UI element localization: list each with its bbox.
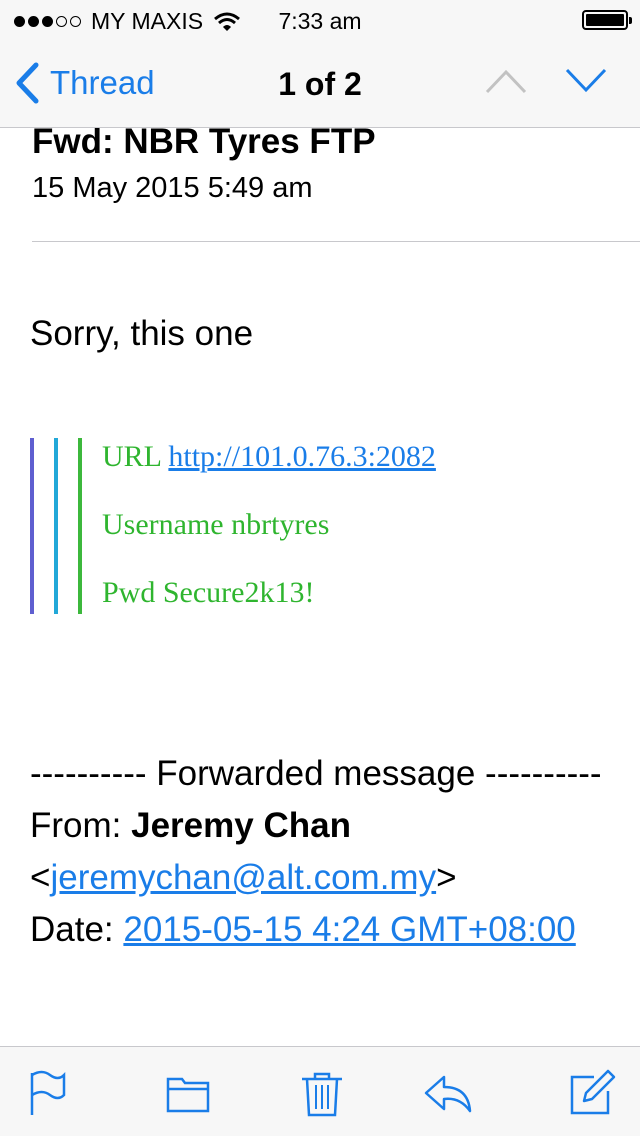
move-to-folder-button[interactable] <box>164 1069 212 1117</box>
battery-fill <box>586 14 624 26</box>
previous-message-button[interactable] <box>484 66 528 101</box>
chevron-down-icon <box>565 68 607 93</box>
quote-url-line: URL http://101.0.76.3:2082 <box>102 440 436 474</box>
quote-bar <box>54 438 58 614</box>
message-body: Sorry, this one <box>30 314 254 353</box>
header-divider <box>32 241 640 242</box>
from-label: From: <box>30 806 122 845</box>
date-label: Date: <box>30 910 114 949</box>
chevron-up-icon <box>485 69 527 94</box>
flag-icon <box>30 1070 66 1115</box>
delete-button[interactable] <box>298 1069 346 1117</box>
quote-bar <box>30 438 34 614</box>
forwarded-header: ---------- Forwarded message ---------- <box>30 754 602 793</box>
quote-bar <box>78 438 82 614</box>
status-bar: MY MAXIS 7:33 am <box>0 0 640 40</box>
from-name: Jeremy Chan <box>131 806 351 845</box>
message-content: Fwd: NBR Tyres FTP 15 May 2015 5:49 am S… <box>0 128 640 1046</box>
trash-icon <box>302 1072 342 1117</box>
status-time: 7:33 am <box>278 8 362 34</box>
page-title: 1 of 2 <box>278 66 362 102</box>
next-message-button[interactable] <box>564 66 608 101</box>
quote-username-line: Username nbrtyres <box>102 508 330 541</box>
forwarded-from: From: Jeremy Chan <jeremychan@alt.com.my… <box>30 806 457 897</box>
reply-button[interactable] <box>424 1069 472 1117</box>
url-link[interactable]: http://101.0.76.3:2082 <box>168 440 436 473</box>
message-subject: Fwd: NBR Tyres FTP <box>32 128 376 161</box>
compose-button[interactable] <box>568 1069 616 1117</box>
message-date: 15 May 2015 5:49 am <box>32 172 313 204</box>
compose-icon <box>570 1069 616 1115</box>
flag-button[interactable] <box>24 1069 72 1117</box>
date-link[interactable]: 2015-05-15 4:24 GMT+08:00 <box>123 910 575 949</box>
nav-bar: Thread 1 of 2 <box>0 40 640 128</box>
folder-icon <box>166 1077 210 1113</box>
from-email-link[interactable]: jeremychan@alt.com.my <box>50 858 436 897</box>
bottom-toolbar <box>0 1046 640 1136</box>
forwarded-date: Date: 2015-05-15 4:24 GMT+08:00 <box>30 904 620 956</box>
forwarded-message: ---------- Forwarded message ---------- … <box>30 748 620 956</box>
url-label: URL <box>102 440 161 473</box>
battery-icon <box>582 10 632 30</box>
reply-icon <box>424 1075 472 1113</box>
quote-password-line: Pwd Secure2k13! <box>102 576 315 609</box>
